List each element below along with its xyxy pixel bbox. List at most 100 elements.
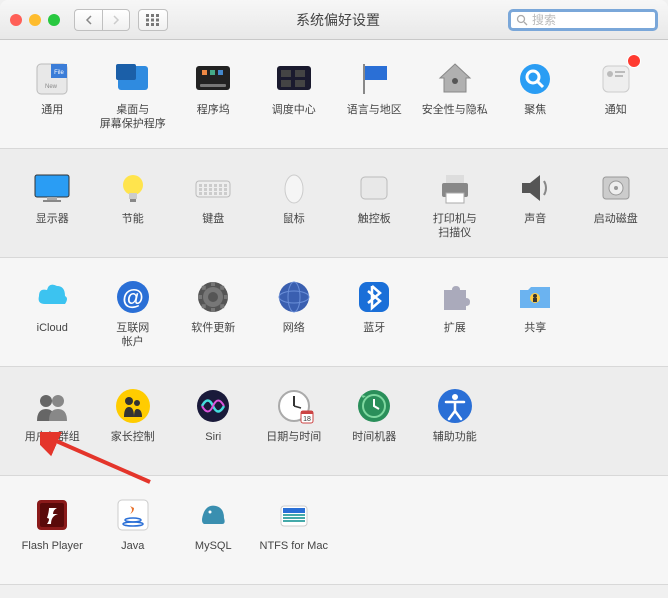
pref-item-mission[interactable]: 调度中心 — [254, 56, 335, 134]
tm-icon — [353, 385, 395, 427]
back-button[interactable] — [74, 9, 102, 31]
pref-label: Java — [121, 540, 144, 568]
siri-icon — [192, 385, 234, 427]
pref-item-ntfs[interactable]: NTFS for Mac — [254, 492, 335, 570]
pref-label: 打印机与 扫描仪 — [433, 213, 477, 241]
pref-item-sharing[interactable]: 共享 — [495, 274, 576, 352]
pref-label: 程序坞 — [197, 104, 230, 132]
toolbar: 系统偏好设置 搜索 — [0, 0, 668, 40]
window-title: 系统偏好设置 — [176, 10, 500, 30]
pref-label: 用户与群组 — [25, 431, 80, 459]
access-icon — [434, 385, 476, 427]
disk-icon — [595, 167, 637, 209]
globe-icon — [273, 276, 315, 318]
pref-item-users[interactable]: 用户与群组 — [12, 383, 93, 461]
pref-label: 时间机器 — [352, 431, 396, 459]
pref-item-notifications[interactable]: 通知 — [576, 56, 657, 134]
forward-button[interactable] — [102, 9, 130, 31]
speaker-icon — [514, 167, 556, 209]
pref-label: NTFS for Mac — [260, 540, 328, 568]
pref-label: 触控板 — [358, 213, 391, 241]
bt-icon — [353, 276, 395, 318]
ntfs-icon — [273, 494, 315, 536]
pref-item-siri[interactable]: Siri — [173, 383, 254, 461]
pref-label: 通用 — [41, 104, 63, 132]
pref-row: 显示器节能 键盘 鼠标 触控板 打印机与 扫描仪 声音 启动磁盘 — [0, 149, 668, 258]
pref-item-language[interactable]: 语言与地区 — [334, 56, 415, 134]
notif-icon — [595, 58, 637, 100]
nav-buttons — [74, 9, 130, 31]
pref-item-keyboard[interactable]: 键盘 — [173, 165, 254, 243]
clock-icon: 18 — [273, 385, 315, 427]
pref-item-flash[interactable]: Flash Player — [12, 492, 93, 570]
pref-label: 扩展 — [444, 322, 466, 350]
pref-label: 语言与地区 — [347, 104, 402, 132]
pref-item-startup[interactable]: 启动磁盘 — [576, 165, 657, 243]
folder-icon — [514, 276, 556, 318]
flash-icon — [31, 494, 73, 536]
pref-item-accessibility[interactable]: 辅助功能 — [415, 383, 496, 461]
pref-item-trackpad[interactable]: 触控板 — [334, 165, 415, 243]
pref-item-general[interactable]: FileNew通用 — [12, 56, 93, 134]
show-all-button[interactable] — [138, 9, 168, 31]
pref-label: 网络 — [283, 322, 305, 350]
close-icon[interactable] — [10, 14, 22, 26]
pref-item-security[interactable]: 安全性与隐私 — [415, 56, 496, 134]
trackpad-icon — [353, 167, 395, 209]
java-icon — [112, 494, 154, 536]
bulb-icon — [112, 167, 154, 209]
window-controls — [10, 14, 60, 26]
pref-item-icloud[interactable]: iCloud — [12, 274, 93, 352]
pref-item-mouse[interactable]: 鼠标 — [254, 165, 335, 243]
users-icon — [31, 385, 73, 427]
zoom-icon[interactable] — [48, 14, 60, 26]
pref-item-software[interactable]: 软件更新 — [173, 274, 254, 352]
pref-label: 键盘 — [202, 213, 224, 241]
pref-label: 共享 — [524, 322, 546, 350]
flag-icon — [353, 58, 395, 100]
mouse-icon — [273, 167, 315, 209]
pref-item-timemachine[interactable]: 时间机器 — [334, 383, 415, 461]
pref-item-datetime[interactable]: 18日期与时间 — [254, 383, 335, 461]
pref-label: 鼠标 — [283, 213, 305, 241]
search-input[interactable]: 搜索 — [508, 9, 658, 31]
pref-label: 安全性与隐私 — [422, 104, 488, 132]
pref-item-printers[interactable]: 打印机与 扫描仪 — [415, 165, 496, 243]
pref-label: 桌面与 屏幕保护程序 — [100, 104, 166, 132]
pref-label: 调度中心 — [272, 104, 316, 132]
pref-item-dock[interactable]: 程序坞 — [173, 56, 254, 134]
pref-item-extensions[interactable]: 扩展 — [415, 274, 496, 352]
pref-label: 节能 — [122, 213, 144, 241]
pref-item-bluetooth[interactable]: 蓝牙 — [334, 274, 415, 352]
display-icon — [31, 167, 73, 209]
pref-item-sound[interactable]: 声音 — [495, 165, 576, 243]
pref-item-internet[interactable]: @互联网 帐户 — [93, 274, 174, 352]
pref-label: Flash Player — [22, 540, 83, 568]
pref-label: 互联网 帐户 — [116, 322, 149, 350]
pref-item-spotlight[interactable]: 聚焦 — [495, 56, 576, 134]
pref-row: 用户与群组 家长控制 Siri18日期与时间时间机器 辅助功能 — [0, 367, 668, 476]
mission-icon — [273, 58, 315, 100]
pref-item-displays[interactable]: 显示器 — [12, 165, 93, 243]
pref-item-java[interactable]: Java — [93, 492, 174, 570]
pref-item-parental[interactable]: 家长控制 — [93, 383, 174, 461]
pref-row: FileNew通用桌面与 屏幕保护程序 程序坞 调度中心 语言与地区安全性与隐私 聚焦 通… — [0, 40, 668, 149]
pref-label: 辅助功能 — [433, 431, 477, 459]
pref-row: iCloud @互联网 帐户软件更新网络 蓝牙扩展 共享 — [0, 258, 668, 367]
pref-label: 家长控制 — [111, 431, 155, 459]
house-icon — [434, 58, 476, 100]
svg-text:File: File — [54, 70, 64, 76]
pref-item-mysql[interactable]: MySQL — [173, 492, 254, 570]
pref-label: iCloud — [37, 322, 68, 350]
pref-item-network[interactable]: 网络 — [254, 274, 335, 352]
keyboard-icon — [192, 167, 234, 209]
pref-label: 声音 — [524, 213, 546, 241]
pref-item-energy[interactable]: 节能 — [93, 165, 174, 243]
dock-icon — [192, 58, 234, 100]
pref-label: 聚焦 — [524, 104, 546, 132]
search-placeholder: 搜索 — [532, 11, 556, 28]
minimize-icon[interactable] — [29, 14, 41, 26]
pref-item-desktop[interactable]: 桌面与 屏幕保护程序 — [93, 56, 174, 134]
search-icon — [516, 14, 528, 26]
desktop-icon — [112, 58, 154, 100]
